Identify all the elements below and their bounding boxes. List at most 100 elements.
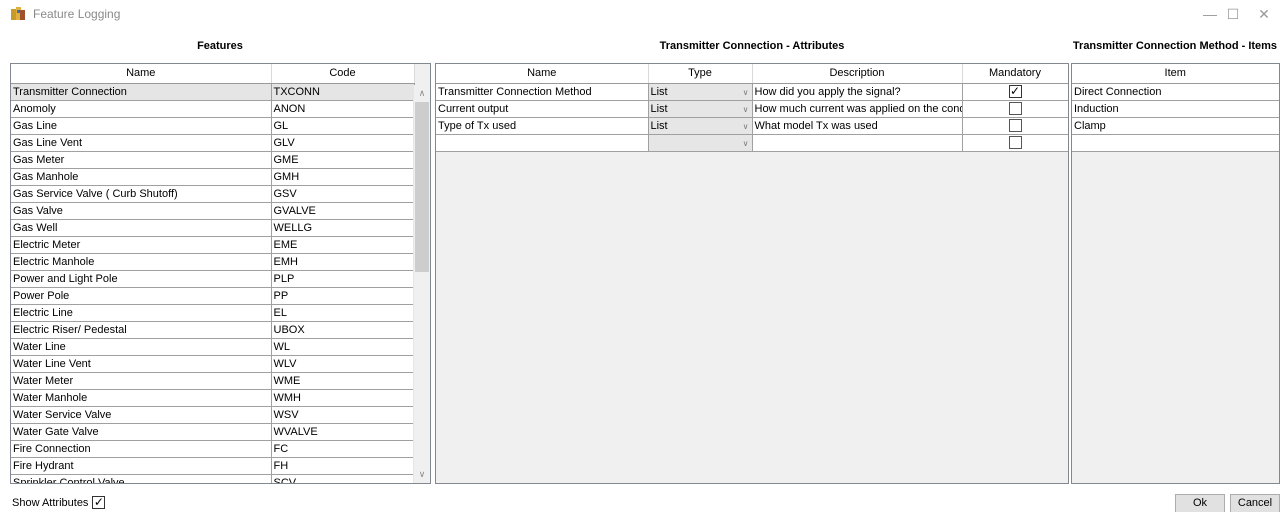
chevron-down-icon[interactable]: ∨	[743, 101, 749, 117]
feature-code-cell[interactable]: GMH	[271, 168, 415, 186]
table-row[interactable]: Transmitter Connection TXCONN	[11, 83, 415, 101]
column-header-name[interactable]: Name	[11, 64, 272, 84]
column-header-item[interactable]: Item	[1072, 64, 1279, 84]
feature-code-cell[interactable]: EME	[271, 236, 415, 254]
table-row[interactable]: Gas Well WELLG	[11, 219, 415, 237]
item-cell[interactable]	[1072, 134, 1279, 152]
feature-code-cell[interactable]: FH	[271, 457, 415, 475]
table-row[interactable]: Transmitter Connection Method List ∨ How di…	[436, 83, 1068, 101]
table-row[interactable]	[1072, 134, 1279, 152]
feature-code-cell[interactable]: SCV	[271, 474, 415, 483]
feature-code-cell[interactable]: WL	[271, 338, 415, 356]
feature-code-cell[interactable]: PP	[271, 287, 415, 305]
column-header-type[interactable]: Type	[648, 64, 753, 84]
feature-code-cell[interactable]: GSV	[271, 185, 415, 203]
feature-name-cell[interactable]: Power Pole	[11, 287, 272, 305]
item-cell[interactable]: Direct Connection	[1072, 83, 1279, 101]
scroll-down-icon[interactable]: ∨	[414, 466, 430, 483]
attribute-name-cell[interactable]: Transmitter Connection Method	[436, 83, 649, 101]
attributes-grid[interactable]: Name Type Description Mandatory Transmit…	[435, 63, 1069, 484]
item-cell[interactable]: Clamp	[1072, 117, 1279, 135]
table-row[interactable]: Water Line WL	[11, 338, 415, 356]
table-row[interactable]: Water Gate Valve WVALVE	[11, 423, 415, 441]
table-row[interactable]: Gas Meter GME	[11, 151, 415, 169]
feature-name-cell[interactable]: Anomoly	[11, 100, 272, 118]
attribute-type-dropdown[interactable]: List ∨	[648, 117, 753, 135]
feature-code-cell[interactable]: GVALVE	[271, 202, 415, 220]
item-cell[interactable]: Induction	[1072, 100, 1279, 118]
show-attributes-checkbox[interactable]: ✓	[92, 496, 106, 509]
feature-name-cell[interactable]: Gas Well	[11, 219, 272, 237]
table-row[interactable]: Power Pole PP	[11, 287, 415, 305]
feature-code-cell[interactable]: PLP	[271, 270, 415, 288]
table-row[interactable]: Sprinkler Control Valve SCV	[11, 474, 415, 483]
attribute-type-dropdown[interactable]: List ∨	[648, 83, 753, 101]
feature-code-cell[interactable]: TXCONN	[271, 83, 415, 101]
feature-name-cell[interactable]: Water Gate Valve	[11, 423, 272, 441]
table-row[interactable]: Power and Light Pole PLP	[11, 270, 415, 288]
table-row[interactable]: Water Service Valve WSV	[11, 406, 415, 424]
feature-name-cell[interactable]: Water Manhole	[11, 389, 272, 407]
table-row[interactable]: Gas Service Valve ( Curb Shutoff) GSV	[11, 185, 415, 203]
feature-name-cell[interactable]: Fire Connection	[11, 440, 272, 458]
attribute-description-cell[interactable]: How much current was applied on the cond	[752, 100, 963, 118]
feature-name-cell[interactable]: Gas Line	[11, 117, 272, 135]
table-row[interactable]: Water Manhole WMH	[11, 389, 415, 407]
table-row[interactable]: Gas Manhole GMH	[11, 168, 415, 186]
table-row[interactable]: Electric Manhole EMH	[11, 253, 415, 271]
column-header-mandatory[interactable]: Mandatory	[962, 64, 1068, 84]
attribute-type-dropdown[interactable]: ∨	[648, 134, 753, 152]
table-row[interactable]: Induction	[1072, 100, 1279, 118]
feature-code-cell[interactable]: EMH	[271, 253, 415, 271]
mandatory-checkbox[interactable]	[1008, 136, 1022, 149]
feature-name-cell[interactable]: Electric Meter	[11, 236, 272, 254]
column-header-code[interactable]: Code	[271, 64, 415, 84]
table-row[interactable]: ∨	[436, 134, 1068, 152]
mandatory-checkbox[interactable]	[1008, 119, 1022, 132]
table-row[interactable]: Water Meter WME	[11, 372, 415, 390]
close-button[interactable]: ✕	[1241, 0, 1280, 28]
feature-code-cell[interactable]: WME	[271, 372, 415, 390]
feature-name-cell[interactable]: Electric Riser/ Pedestal	[11, 321, 272, 339]
table-row[interactable]: Clamp	[1072, 117, 1279, 135]
table-row[interactable]: Anomoly ANON	[11, 100, 415, 118]
attribute-type-dropdown[interactable]: List ∨	[648, 100, 753, 118]
feature-name-cell[interactable]: Electric Line	[11, 304, 272, 322]
show-attributes-toggle[interactable]: Show Attributes ✓	[12, 496, 106, 509]
table-row[interactable]: Current output List ∨ How much current was …	[436, 100, 1068, 118]
table-row[interactable]: Electric Riser/ Pedestal UBOX	[11, 321, 415, 339]
mandatory-checkbox[interactable]	[1008, 102, 1022, 115]
feature-name-cell[interactable]: Water Service Valve	[11, 406, 272, 424]
feature-name-cell[interactable]: Power and Light Pole	[11, 270, 272, 288]
feature-code-cell[interactable]: WELLG	[271, 219, 415, 237]
features-scrollbar[interactable]: ∧ ∨	[413, 85, 430, 483]
table-row[interactable]: Electric Line EL	[11, 304, 415, 322]
feature-name-cell[interactable]: Fire Hydrant	[11, 457, 272, 475]
attribute-mandatory-cell[interactable]: ✓	[962, 83, 1068, 101]
attribute-mandatory-cell[interactable]	[962, 134, 1068, 152]
chevron-down-icon[interactable]: ∨	[743, 118, 749, 134]
feature-code-cell[interactable]: UBOX	[271, 321, 415, 339]
attribute-description-cell[interactable]	[752, 134, 963, 152]
table-row[interactable]: Gas Line Vent GLV	[11, 134, 415, 152]
attribute-mandatory-cell[interactable]	[962, 117, 1068, 135]
feature-code-cell[interactable]: WLV	[271, 355, 415, 373]
features-grid[interactable]: Name Code Transmitter Connection TXCONN An…	[10, 63, 431, 484]
feature-name-cell[interactable]: Electric Manhole	[11, 253, 272, 271]
attribute-description-cell[interactable]: What model Tx was used	[752, 117, 963, 135]
feature-name-cell[interactable]: Transmitter Connection	[11, 83, 272, 101]
attribute-name-cell[interactable]: Type of Tx used	[436, 117, 649, 135]
attribute-name-cell[interactable]	[436, 134, 649, 152]
column-header-description[interactable]: Description	[752, 64, 963, 84]
table-row[interactable]: Gas Valve GVALVE	[11, 202, 415, 220]
attribute-mandatory-cell[interactable]	[962, 100, 1068, 118]
feature-code-cell[interactable]: WSV	[271, 406, 415, 424]
items-grid[interactable]: Item Direct Connection Induction Clamp	[1071, 63, 1280, 484]
feature-code-cell[interactable]: WVALVE	[271, 423, 415, 441]
ok-button[interactable]: Ok	[1175, 494, 1225, 512]
scroll-up-icon[interactable]: ∧	[414, 85, 430, 102]
feature-code-cell[interactable]: WMH	[271, 389, 415, 407]
attribute-name-cell[interactable]: Current output	[436, 100, 649, 118]
feature-name-cell[interactable]: Water Meter	[11, 372, 272, 390]
feature-name-cell[interactable]: Water Line Vent	[11, 355, 272, 373]
